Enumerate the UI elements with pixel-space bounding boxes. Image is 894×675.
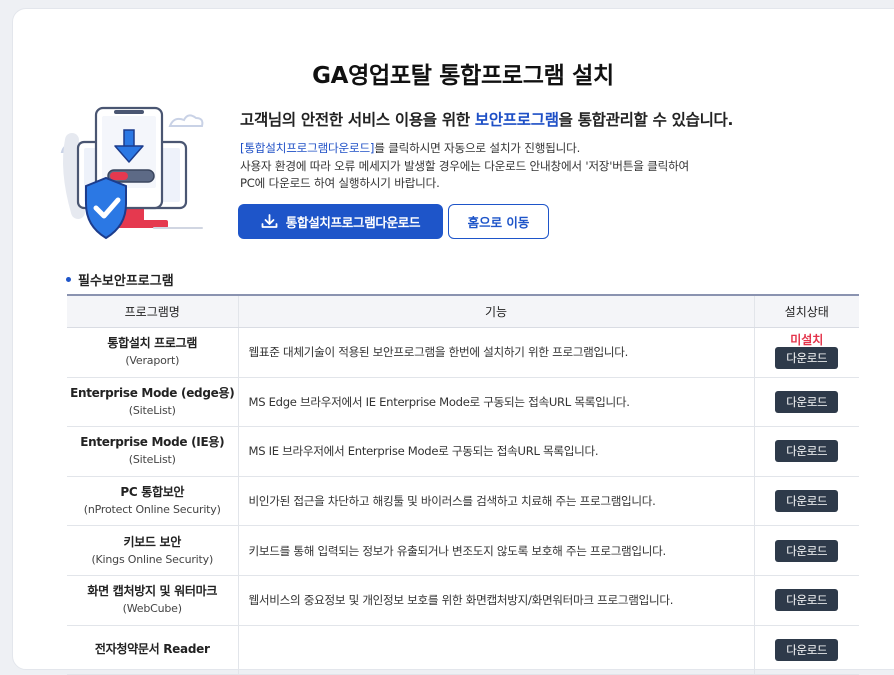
- required-programs-table: 프로그램명 기능 설치상태 통합설치 프로그램 (Veraport) 웹표준 대…: [67, 294, 859, 675]
- integrated-download-label: 통합설치프로그램다운로드: [285, 215, 421, 230]
- cloud-icon: [168, 114, 204, 127]
- description-line-2: 사용자 환경에 따라 오류 메세지가 발생할 경우에는 다운로드 안내창에서 '…: [240, 158, 690, 173]
- program-function: MS Edge 브라우저에서 IE Enterprise Mode로 구동되는 …: [237, 377, 754, 428]
- program-subname: (nProtect Online Security): [83, 503, 221, 517]
- install-status-cell: 다운로드: [753, 625, 859, 675]
- program-function: 키보드를 통해 입력되는 정보가 유출되거나 변조도지 않도록 보호해 주는 프…: [237, 525, 754, 576]
- download-link-text: [통합설치프로그램다운로드]: [240, 141, 375, 155]
- table-row: PC 통합보안 (nProtect Online Security) 비인가된 …: [67, 476, 859, 527]
- shield-icon: [85, 176, 127, 240]
- program-name-cell: PC 통합보안 (nProtect Online Security): [67, 476, 238, 527]
- program-name-cell: 통합설치 프로그램 (Veraport): [67, 327, 238, 378]
- program-name: 화면 캡처방지 및 워터마크: [87, 584, 218, 599]
- program-name-cell: Enterprise Mode (edge용) (SiteList): [67, 377, 238, 428]
- program-subname: (Veraport): [125, 354, 180, 368]
- install-status-cell: 다운로드: [753, 575, 859, 626]
- download-button[interactable]: 다운로드: [775, 638, 839, 661]
- program-function: 비인가된 접근을 차단하고 해킹툴 및 바이러스를 검색하고 치료해 주는 프로…: [237, 476, 754, 527]
- bullet-icon: [66, 277, 71, 282]
- integrated-download-button[interactable]: 통합설치프로그램다운로드: [238, 204, 443, 239]
- intro-highlight: 보안프로그램: [474, 111, 559, 129]
- section-title-label: 필수보안프로그램: [78, 274, 174, 289]
- program-function: [237, 625, 754, 675]
- program-function: 웹서비스의 중요정보 및 개인정보 보호를 위한 화면캡처방지/화면워터마크 프…: [237, 575, 754, 626]
- section-title: 필수보안프로그램: [66, 270, 174, 289]
- header-program-name: 프로그램명: [67, 294, 238, 328]
- header-function: 기능: [237, 294, 754, 328]
- program-name-cell: Enterprise Mode (IE용) (SiteList): [67, 426, 238, 477]
- description-line-1: [통합설치프로그램다운로드]를 클릭하시면 자동으로 설치가 진행됩니다.: [240, 140, 689, 158]
- program-name: 통합설치 프로그램: [107, 336, 198, 351]
- program-name: Enterprise Mode (edge용): [70, 385, 235, 400]
- table-row: 통합설치 프로그램 (Veraport) 웹표준 대체기술이 적용된 보안프로그…: [67, 327, 859, 378]
- program-name: 전자청약문서 Reader: [94, 642, 210, 657]
- header-install-status: 설치상태: [753, 294, 859, 328]
- program-subname: (SiteList): [128, 453, 176, 467]
- go-home-button[interactable]: 홈으로 이동: [448, 204, 549, 239]
- install-status-cell: 다운로드: [753, 377, 859, 428]
- program-name-cell: 화면 캡처방지 및 워터마크 (WebCube): [67, 575, 238, 626]
- description-line-3: PC에 다운로드 하여 실행하시기 바랍니다.: [240, 176, 440, 190]
- download-button[interactable]: 다운로드: [775, 589, 839, 612]
- intro-text: 고객님의 안전한 서비스 이용을 위한 보안프로그램을 통합관리할 수 있습니다…: [240, 108, 733, 130]
- program-subname: (Kings Online Security): [91, 552, 214, 566]
- download-button[interactable]: 다운로드: [775, 440, 839, 463]
- install-status-cell: 다운로드: [753, 476, 859, 527]
- install-status-cell: 미설치 다운로드: [753, 327, 859, 378]
- download-button[interactable]: 다운로드: [775, 346, 839, 369]
- program-subname: (WebCube): [122, 602, 182, 616]
- program-name: 키보드 보안: [123, 534, 182, 549]
- table-row: Enterprise Mode (edge용) (SiteList) MS Ed…: [67, 377, 859, 428]
- program-name-cell: 전자청약문서 Reader: [67, 625, 238, 675]
- download-button[interactable]: 다운로드: [775, 539, 839, 562]
- download-button[interactable]: 다운로드: [775, 390, 839, 413]
- program-name-cell: 키보드 보안 (Kings Online Security): [67, 525, 238, 576]
- install-status-cell: 다운로드: [753, 525, 859, 576]
- intro-after: 을 통합관리할 수 있습니다.: [558, 111, 734, 129]
- intro-before: 고객님의 안전한 서비스 이용을 위한: [240, 111, 475, 129]
- program-name: PC 통합보안: [120, 485, 185, 500]
- install-description: [통합설치프로그램다운로드]를 클릭하시면 자동으로 설치가 진행됩니다. 사용…: [240, 140, 689, 193]
- table-row: 화면 캡처방지 및 워터마크 (WebCube) 웹서비스의 중요정보 및 개인…: [67, 575, 859, 626]
- security-download-illustration-icon: [60, 106, 204, 240]
- download-icon: [261, 214, 278, 228]
- table-row: Enterprise Mode (IE용) (SiteList) MS IE 브…: [67, 426, 859, 477]
- program-name: Enterprise Mode (IE용): [80, 435, 225, 450]
- program-subname: (SiteList): [128, 403, 176, 417]
- table-header-row: 프로그램명 기능 설치상태: [67, 294, 859, 328]
- table-row: 키보드 보안 (Kings Online Security) 키보드를 통해 입…: [67, 525, 859, 576]
- status-not-installed: 미설치: [790, 332, 824, 347]
- download-button[interactable]: 다운로드: [775, 490, 839, 513]
- program-function: 웹표준 대체기술이 적용된 보안프로그램을 한번에 설치하기 위한 프로그램입니…: [237, 327, 754, 378]
- page-title: GA영업포탈 통합프로그램 설치: [312, 63, 614, 89]
- table-row: 전자청약문서 Reader 다운로드: [67, 625, 859, 675]
- description-line-1-rest: 를 클릭하시면 자동으로 설치가 진행됩니다.: [374, 141, 581, 155]
- install-status-cell: 다운로드: [753, 426, 859, 477]
- program-function: MS IE 브라우저에서 Enterprise Mode로 구동되는 접속URL…: [237, 426, 754, 477]
